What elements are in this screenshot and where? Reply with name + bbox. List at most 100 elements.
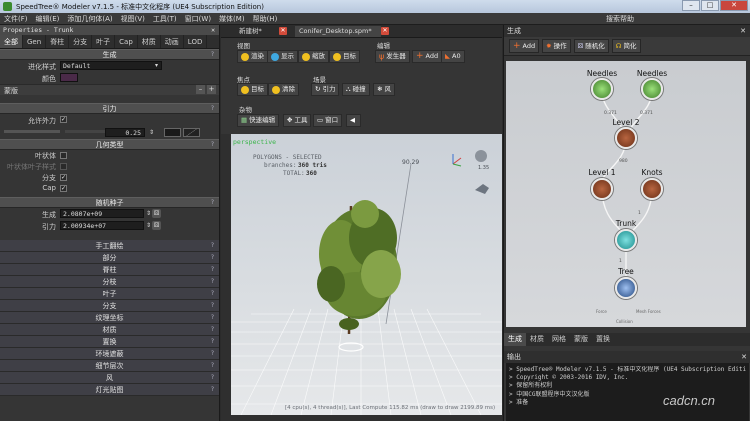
tree-model[interactable] <box>317 200 401 352</box>
tab-leaves[interactable]: 叶子 <box>92 35 116 48</box>
minimize-button[interactable]: – <box>682 0 700 11</box>
node-needles-1[interactable] <box>591 78 613 100</box>
section-branching[interactable]: 分枝? <box>0 276 219 288</box>
menu-edit[interactable]: 编辑(E) <box>32 14 64 24</box>
stepper-icon[interactable]: ⇕ <box>149 129 154 136</box>
close-tab-icon[interactable]: ✕ <box>381 27 389 35</box>
mask-add-button[interactable]: + <box>207 85 216 94</box>
help-icon[interactable]: ? <box>211 104 214 114</box>
ao-button[interactable]: ◣ A0 <box>441 50 465 63</box>
maximize-button[interactable]: □ <box>701 0 719 11</box>
help-icon[interactable]: ? <box>211 198 214 208</box>
generator-button[interactable]: ψ 发生器 <box>375 50 410 63</box>
output-console[interactable]: > SpeedTree® Modeler v7.1.5 - 标准中文化程序 (U… <box>506 363 749 421</box>
search-help[interactable]: 搜索帮助 <box>606 14 634 24</box>
light-sphere-icon[interactable] <box>475 150 487 162</box>
gravity-slider-track[interactable] <box>4 130 60 133</box>
section-lod[interactable]: 细节层次? <box>0 360 219 372</box>
collision-button[interactable]: ⛬ 碰撞 <box>342 83 370 96</box>
section-leaves[interactable]: 叶子? <box>0 288 219 300</box>
tab-all[interactable]: 全部 <box>0 35 23 48</box>
render-button[interactable]: 渲染 <box>237 50 268 63</box>
tab-materials[interactable]: 材质 <box>526 333 548 346</box>
gravity-allow-checkbox[interactable]: ✓ <box>60 116 67 123</box>
back-button[interactable]: ◀ <box>346 114 361 127</box>
panel-close-icon[interactable]: ✕ <box>211 25 219 35</box>
gen-operate-button[interactable]: ✸ 操作 <box>542 39 571 53</box>
branches-checkbox[interactable]: ✓ <box>60 174 67 181</box>
section-branch[interactable]: 分支? <box>0 300 219 312</box>
help-icon[interactable]: ? <box>211 348 214 360</box>
section-spine[interactable]: 脊柱? <box>0 264 219 276</box>
help-icon[interactable]: ? <box>211 336 214 348</box>
tab-conifer-desktop[interactable]: Conifer_Desktop.spm* <box>295 26 381 37</box>
tab-material[interactable]: 材质 <box>138 35 161 48</box>
menu-window[interactable]: 窗口(W) <box>181 14 215 24</box>
help-icon[interactable]: ? <box>211 360 214 372</box>
add-button[interactable]: + Add <box>412 50 443 63</box>
viewport[interactable]: perspective POLYGONS - SELECTED branches… <box>231 134 502 415</box>
seed-generation-field[interactable]: 2.0807e+09 <box>60 209 144 218</box>
section-manual-edit[interactable]: 手工翻绘? <box>0 240 219 252</box>
zoom-button[interactable]: 缩放 <box>298 50 329 63</box>
menu-view[interactable]: 视图(V) <box>117 14 149 24</box>
viewport-camera-label[interactable]: perspective <box>233 138 276 146</box>
curve-box-icon[interactable] <box>164 128 181 137</box>
panel-close-icon[interactable]: ✕ <box>741 351 747 363</box>
tab-gen[interactable]: Gen <box>23 35 47 48</box>
node-level-2[interactable] <box>615 127 637 149</box>
focus-target-button[interactable]: 目标 <box>237 83 268 96</box>
help-icon[interactable]: ? <box>211 324 214 336</box>
section-material[interactable]: 材质? <box>0 324 219 336</box>
tab-meshes[interactable]: 网格 <box>548 333 570 346</box>
menu-file[interactable]: 文件(F) <box>0 14 32 24</box>
menu-help[interactable]: 帮助(H) <box>249 14 282 24</box>
section-part[interactable]: 部分? <box>0 252 219 264</box>
tab-displacement[interactable]: 置换 <box>592 333 614 346</box>
menu-add-geometry[interactable]: 添加几何体(A) <box>63 14 116 24</box>
panel-close-icon[interactable]: ✕ <box>740 25 746 37</box>
close-tab-icon[interactable]: ✕ <box>279 27 287 35</box>
section-gravity[interactable]: 引力? <box>0 103 219 114</box>
help-icon[interactable]: ? <box>211 312 214 324</box>
section-generation[interactable]: 生成? <box>0 49 219 60</box>
gravity-button[interactable]: ↻ 引力 <box>311 83 340 96</box>
node-needles-2[interactable] <box>641 78 663 100</box>
tab-lod[interactable]: LOD <box>184 35 208 48</box>
section-random-seed[interactable]: 随机种子? <box>0 197 219 208</box>
cap-checkbox[interactable]: ✓ <box>60 185 67 192</box>
tab-spine[interactable]: 脊柱 <box>46 35 70 48</box>
menu-tools[interactable]: 工具(T) <box>149 14 181 24</box>
section-wind[interactable]: 风? <box>0 372 219 384</box>
help-icon[interactable]: ? <box>211 372 214 384</box>
tab-new-tree[interactable]: 新建树* <box>235 26 279 37</box>
gen-add-button[interactable]: + Add <box>509 39 540 53</box>
section-lightmap[interactable]: 灯光贴图? <box>0 384 219 396</box>
help-icon[interactable]: ? <box>211 264 214 276</box>
tab-masks[interactable]: 蒙版 <box>570 333 592 346</box>
help-icon[interactable]: ? <box>211 288 214 300</box>
target-button[interactable]: 目标 <box>329 50 360 63</box>
menu-media[interactable]: 媒体(M) <box>215 14 249 24</box>
tab-generation[interactable]: 生成 <box>504 333 526 346</box>
section-ambient-occlusion[interactable]: 环境遮蔽? <box>0 348 219 360</box>
gravity-value-field[interactable]: 0.25 <box>105 128 145 137</box>
window-button[interactable]: ▭ 窗口 <box>313 114 343 127</box>
node-level-1[interactable] <box>591 178 613 200</box>
seed-gravity-field[interactable]: 2.00934e+07 <box>60 221 144 230</box>
tools-button[interactable]: ✥ 工具 <box>283 114 312 127</box>
light-direction-icon[interactable] <box>475 184 489 194</box>
stepper-icon[interactable]: ⇕ <box>146 222 151 229</box>
node-tree[interactable] <box>615 277 637 299</box>
quick-edit-button[interactable]: ▦ 快速编辑 <box>237 114 280 127</box>
color-swatch[interactable] <box>60 73 78 82</box>
node-knots[interactable] <box>641 178 663 200</box>
stepper-icon[interactable]: ⇕ <box>146 210 151 217</box>
help-icon[interactable]: ? <box>211 276 214 288</box>
help-icon[interactable]: ? <box>211 50 214 60</box>
wind-button[interactable]: ❄ 风 <box>373 83 395 96</box>
help-icon[interactable]: ? <box>211 140 214 150</box>
leaf-shape-sub-checkbox[interactable] <box>60 163 67 170</box>
gen-simplify-button[interactable]: ☊ 简化 <box>611 39 641 53</box>
tab-branches[interactable]: 分支 <box>69 35 93 48</box>
